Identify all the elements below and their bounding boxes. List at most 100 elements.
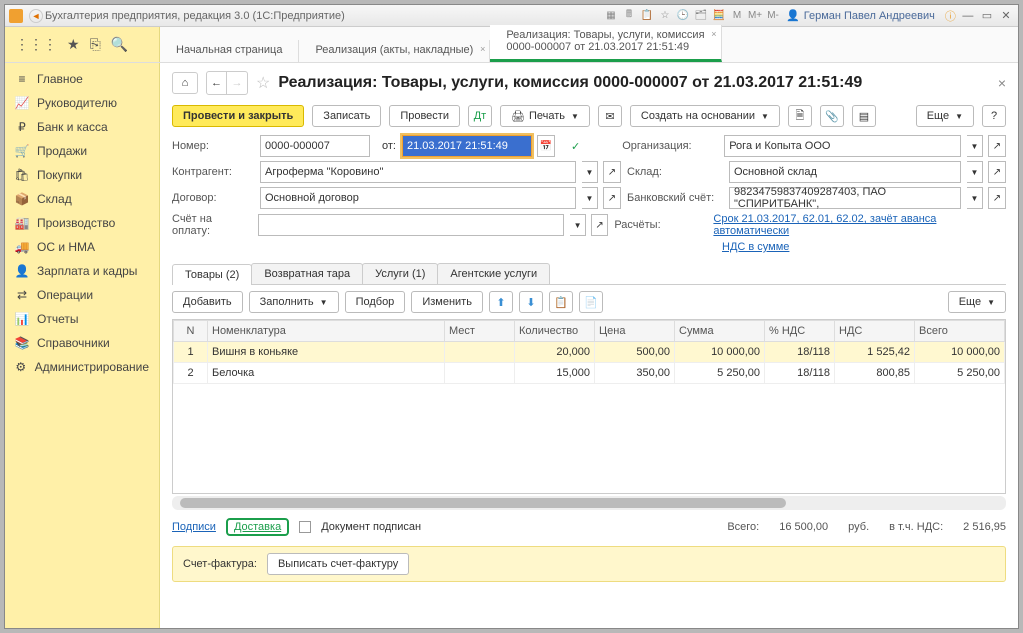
sidebar-item-purchases[interactable]: 🛍Покупки xyxy=(5,163,159,187)
email-button[interactable]: ✉ xyxy=(598,105,622,127)
calendar-button[interactable]: 📅 xyxy=(537,135,555,157)
list-button[interactable]: ▤ xyxy=(852,105,876,127)
tb-tool-icon[interactable]: ▦ xyxy=(604,9,618,23)
col-ndsp[interactable]: % НДС xyxy=(765,321,835,342)
edit-row-button[interactable]: Изменить xyxy=(411,291,483,313)
col-n[interactable]: N xyxy=(174,321,208,342)
contragent-open-button[interactable]: ↗ xyxy=(603,161,621,183)
pick-button[interactable]: Подбор xyxy=(345,291,406,313)
close-button[interactable]: ✕ xyxy=(998,9,1014,22)
bank-dropdown[interactable]: ▼ xyxy=(967,187,983,209)
org-open-button[interactable]: ↗ xyxy=(988,135,1006,157)
titlebar-back[interactable]: ◄ xyxy=(29,9,43,23)
sidebar-item-manager[interactable]: 📈Руководителю xyxy=(5,91,159,115)
col-mest[interactable]: Мест xyxy=(445,321,515,342)
table-row[interactable]: 1Вишня в коньяке 20,000500,0010 000,00 1… xyxy=(174,342,1005,363)
dt-kt-button[interactable]: Дт xyxy=(468,105,492,127)
org-input[interactable]: Рога и Копыта ООО xyxy=(724,135,961,157)
table-row[interactable]: 2Белочка 15,000350,005 250,00 18/118800,… xyxy=(174,363,1005,384)
invoice-acct-open-button[interactable]: ↗ xyxy=(591,214,609,236)
col-price[interactable]: Цена xyxy=(595,321,675,342)
dogovor-open-button[interactable]: ↗ xyxy=(603,187,621,209)
maximize-button[interactable]: ▭ xyxy=(979,9,995,22)
copy-button[interactable]: 📋 xyxy=(549,291,573,313)
sidebar-item-reports[interactable]: 📊Отчеты xyxy=(5,307,159,331)
attach-button[interactable]: 📎 xyxy=(820,105,844,127)
info-icon[interactable]: ⓘ xyxy=(945,8,956,24)
sidebar-item-main[interactable]: ≡Главное xyxy=(5,67,159,91)
contragent-dropdown[interactable]: ▼ xyxy=(582,161,598,183)
tb-mminus-icon[interactable]: M- xyxy=(766,9,780,23)
fill-button[interactable]: Заполнить▼ xyxy=(249,291,339,313)
number-input[interactable]: 0000-000007 xyxy=(260,135,370,157)
forward-button[interactable]: → xyxy=(227,72,247,94)
tb-tool-icon[interactable]: 📋 xyxy=(640,9,654,23)
tb-m-icon[interactable]: M xyxy=(730,9,744,23)
history-icon[interactable]: ⎘ xyxy=(90,36,101,53)
dogovor-dropdown[interactable]: ▼ xyxy=(582,187,598,209)
org-dropdown[interactable]: ▼ xyxy=(967,135,983,157)
minimize-button[interactable]: — xyxy=(960,10,976,22)
tab-close-icon[interactable]: × xyxy=(711,29,716,39)
table-more-button[interactable]: Еще▼ xyxy=(948,291,1006,313)
move-down-button[interactable]: ⬇ xyxy=(519,291,543,313)
col-nom[interactable]: Номенклатура xyxy=(208,321,445,342)
create-based-button[interactable]: Создать на основании▼ xyxy=(630,105,780,127)
calc-link[interactable]: Срок 21.03.2017, 62.01, 62.02, зачёт ава… xyxy=(713,213,1006,237)
subtab-goods[interactable]: Товары (2) xyxy=(172,264,252,285)
invoice-acct-input[interactable] xyxy=(258,214,565,236)
write-button[interactable]: Записать xyxy=(312,105,381,127)
post-and-close-button[interactable]: Провести и закрыть xyxy=(172,105,304,127)
delivery-link[interactable]: Доставка xyxy=(226,518,289,536)
doc-close-button[interactable]: × xyxy=(998,75,1006,91)
move-up-button[interactable]: ⬆ xyxy=(489,291,513,313)
favorite-icon[interactable]: ★ xyxy=(67,36,80,53)
subtab-return-tare[interactable]: Возвратная тара xyxy=(251,263,363,284)
home-button[interactable]: ⌂ xyxy=(172,72,198,94)
tb-star-icon[interactable]: ☆ xyxy=(658,9,672,23)
tb-tool-icon[interactable]: 🗂 xyxy=(694,9,708,23)
tb-tool-icon[interactable]: 🧮 xyxy=(712,9,726,23)
doc-signed-checkbox[interactable] xyxy=(299,521,311,533)
sidebar-item-salary[interactable]: 👤Зарплата и кадры xyxy=(5,259,159,283)
sidebar-item-admin[interactable]: ⚙Администрирование xyxy=(5,355,159,379)
contragent-input[interactable]: Агроферма "Коровино" xyxy=(260,161,576,183)
invoice-acct-dropdown[interactable]: ▼ xyxy=(570,214,586,236)
tb-tool-icon[interactable]: 🖩 xyxy=(622,9,636,23)
dogovor-input[interactable]: Основной договор xyxy=(260,187,576,209)
sidebar-item-warehouse[interactable]: 📦Склад xyxy=(5,187,159,211)
bank-input[interactable]: 98234759837409287403, ПАО "СПИРИТБАНК", xyxy=(729,187,961,209)
tb-mplus-icon[interactable]: M+ xyxy=(748,9,762,23)
subtab-agent[interactable]: Агентские услуги xyxy=(437,263,550,284)
warehouse-input[interactable]: Основной склад xyxy=(729,161,961,183)
col-nds[interactable]: НДС xyxy=(835,321,915,342)
col-total[interactable]: Всего xyxy=(915,321,1005,342)
issue-invoice-button[interactable]: Выписать счет-фактуру xyxy=(267,553,409,575)
help-button[interactable]: ? xyxy=(982,105,1006,127)
signatures-link[interactable]: Подписи xyxy=(172,521,216,533)
tab-start-page[interactable]: Начальная страница xyxy=(160,40,299,62)
sidebar-item-sales[interactable]: 🛒Продажи xyxy=(5,139,159,163)
date-input[interactable]: 21.03.2017 21:51:49 xyxy=(402,135,532,157)
bank-open-button[interactable]: ↗ xyxy=(988,187,1006,209)
more-button[interactable]: Еще▼ xyxy=(916,105,974,127)
search-icon[interactable]: 🔍 xyxy=(111,36,128,53)
horizontal-scrollbar[interactable] xyxy=(172,496,1006,510)
print-button[interactable]: 🖨 Печать▼ xyxy=(500,105,590,127)
sidebar-item-operations[interactable]: ⇄Операции xyxy=(5,283,159,307)
nds-link[interactable]: НДС в сумме xyxy=(722,241,789,253)
favorite-star-icon[interactable]: ☆ xyxy=(256,73,270,93)
goods-table[interactable]: N Номенклатура Мест Количество Цена Сумм… xyxy=(172,319,1006,494)
sidebar-item-catalogs[interactable]: 📚Справочники xyxy=(5,331,159,355)
warehouse-dropdown[interactable]: ▼ xyxy=(967,161,983,183)
sidebar-item-production[interactable]: 🏭Производство xyxy=(5,211,159,235)
paste-button[interactable]: 📄 xyxy=(579,291,603,313)
sidebar-item-assets[interactable]: 🚚ОС и НМА xyxy=(5,235,159,259)
tab-realization-list[interactable]: Реализация (акты, накладные)× xyxy=(299,40,490,62)
sidebar-item-bank[interactable]: ₽Банк и касса xyxy=(5,115,159,139)
col-sum[interactable]: Сумма xyxy=(675,321,765,342)
col-qty[interactable]: Количество xyxy=(515,321,595,342)
tab-realization-doc[interactable]: Реализация: Товары, услуги, комиссия 000… xyxy=(490,25,721,62)
tab-close-icon[interactable]: × xyxy=(480,44,485,54)
subtab-services[interactable]: Услуги (1) xyxy=(362,263,438,284)
